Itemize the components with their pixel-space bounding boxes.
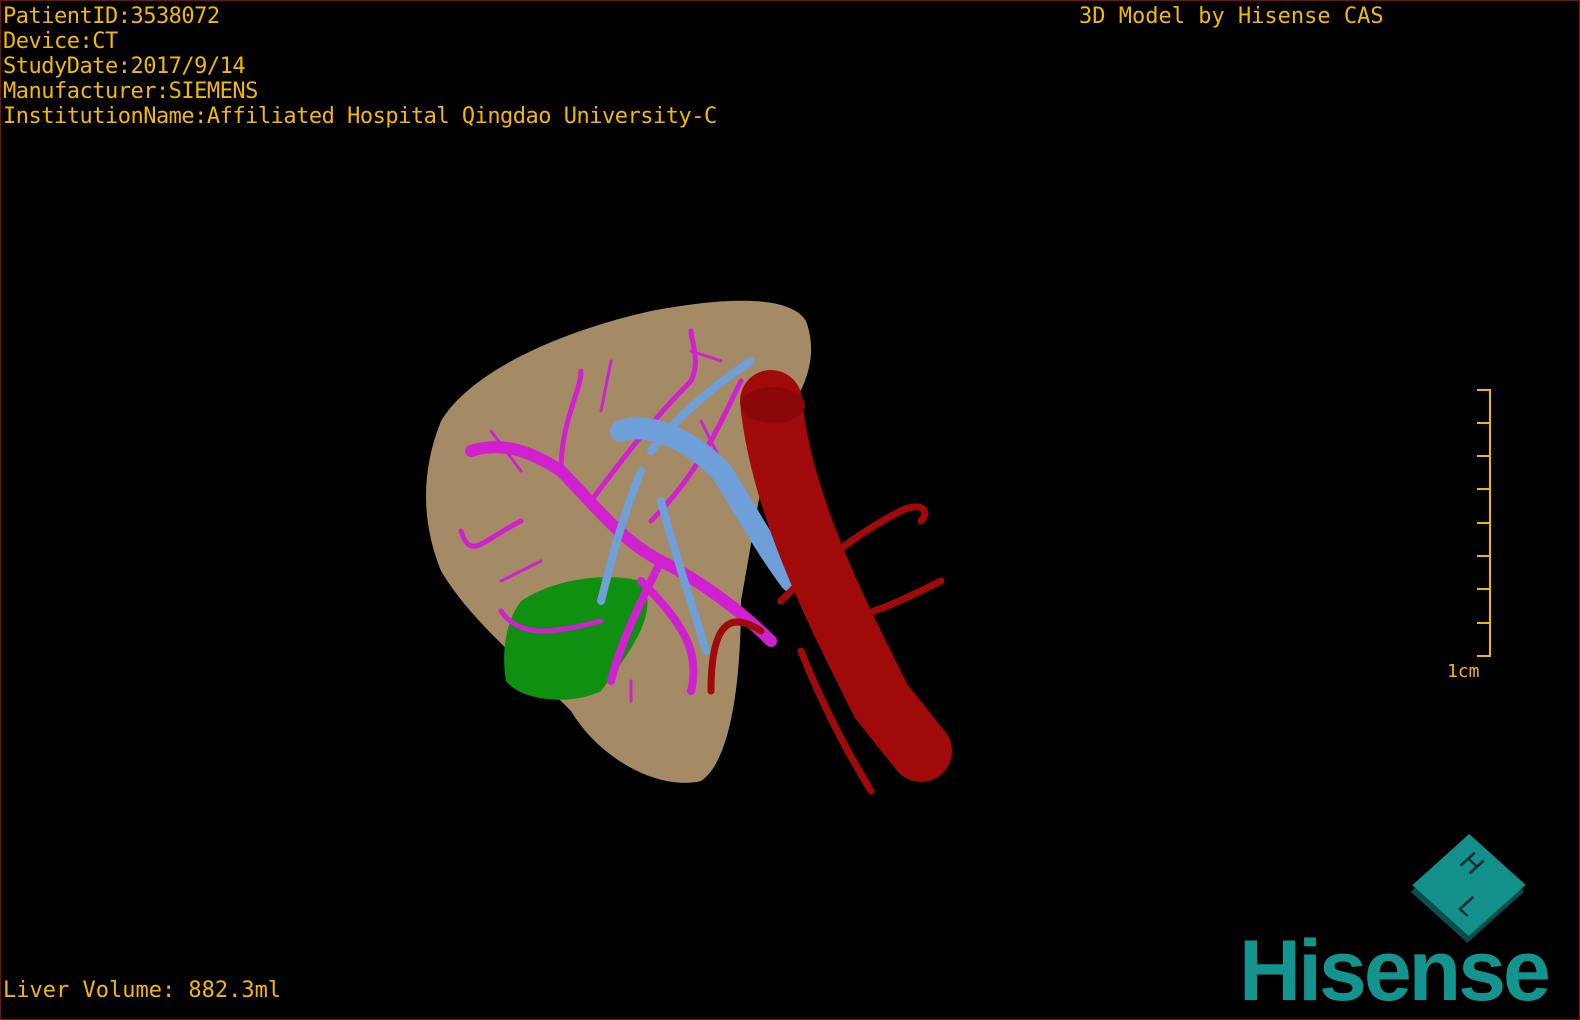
3d-viewport[interactable]: PatientID:3538072 Device:CT StudyDate:20…: [0, 0, 1580, 1020]
liver-volume: Liver Volume: 882.3ml: [3, 978, 282, 1003]
liver-3d-model[interactable]: [1, 1, 1580, 1020]
cube-letter-h: H: [1452, 847, 1490, 881]
cube-letter-l: L: [1451, 891, 1485, 922]
hisense-logo: Hisense: [1239, 923, 1551, 1019]
scale-bar: [1477, 389, 1491, 657]
scale-label: 1cm: [1447, 661, 1480, 682]
